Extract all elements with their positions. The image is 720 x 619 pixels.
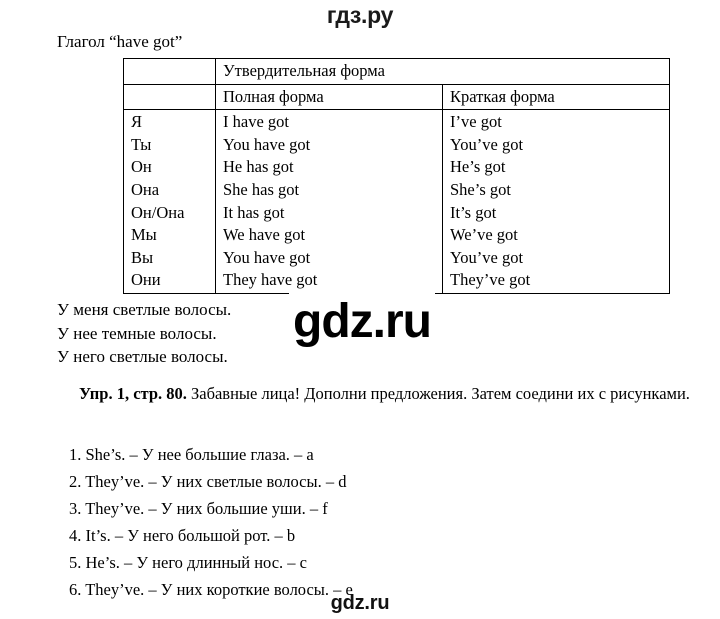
- document-page: гдз.ру Глагол “have got” Утвердительная …: [0, 0, 720, 619]
- table-cell-pronoun: Мы: [131, 225, 157, 245]
- example-sentence: У меня светлые волосы.: [57, 300, 232, 319]
- table-cell-short: He’s got: [450, 157, 506, 177]
- table-cell-full: You have got: [223, 134, 311, 154]
- table-cell-full: They have got: [223, 270, 318, 290]
- header-empty-cell: [123, 58, 216, 85]
- list-item: 1. She’s. – У нее большие глаза. – a: [69, 445, 314, 464]
- short-form-column: I’ve got You’ve got He’s got She’s got I…: [442, 109, 670, 294]
- table-cell-short: I’ve got: [450, 112, 502, 132]
- full-form-column: I have got You have got He has got She h…: [215, 109, 443, 294]
- table-cell-full: She has got: [223, 179, 300, 199]
- have-got-table: Утвердительная форма Полная форма Кратка…: [123, 58, 670, 294]
- table-cell-short: She’s got: [450, 179, 511, 199]
- table-body-row: Я Ты Он Она Он/Она Мы Вы Они I have got …: [123, 109, 670, 294]
- header-affirmative-form: Утвердительная форма: [215, 58, 670, 85]
- example-sentences: У меня светлые волосы. У нее темные воло…: [57, 298, 231, 369]
- site-logo-top: гдз.ру: [326, 2, 394, 28]
- table-cell-pronoun: Она: [131, 179, 160, 199]
- page-title: Глагол “have got”: [57, 32, 183, 51]
- list-item: 4. It’s. – У него большой рот. – b: [69, 526, 296, 545]
- table-header-row-2: Полная форма Краткая форма: [123, 83, 670, 111]
- exercise-label: Упр. 1, стр. 80.: [79, 384, 187, 403]
- table-cell-full: You have got: [223, 247, 311, 267]
- table-cell-full: I have got: [223, 112, 289, 132]
- table-cell-pronoun: Он/Она: [131, 202, 185, 222]
- exercise-instruction: Упр. 1, стр. 80. Забавные лица! Дополни …: [57, 382, 697, 406]
- table-cell-pronoun: Я: [131, 112, 143, 132]
- table-cell-short: They’ve got: [450, 270, 531, 290]
- table-cell-full: We have got: [223, 225, 306, 245]
- list-item: 3. They’ve. – У них большие уши. – f: [69, 499, 328, 518]
- watermark-overlay: gdz.ru: [289, 292, 435, 351]
- table-cell-full: He has got: [223, 157, 294, 177]
- table-cell-short: It’s got: [450, 202, 497, 222]
- example-sentence: У него светлые волосы.: [57, 347, 228, 366]
- answers-list: 1. She’s. – У нее большие глаза. – a 2. …: [57, 441, 353, 603]
- pronoun-column: Я Ты Он Она Он/Она Мы Вы Они: [123, 109, 216, 294]
- table-cell-pronoun: Он: [131, 157, 152, 177]
- table-cell-short: You’ve got: [450, 247, 524, 267]
- table-cell-pronoun: Вы: [131, 247, 154, 267]
- watermark-bottom: gdz.ru: [330, 592, 390, 614]
- exercise-text: Забавные лица! Дополни предложения. Зате…: [186, 384, 690, 403]
- table-cell-short: We’ve got: [450, 225, 518, 245]
- example-sentence: У нее темные волосы.: [57, 323, 217, 343]
- table-cell-pronoun: Ты: [131, 134, 152, 154]
- table-cell-full: It has got: [223, 202, 285, 222]
- list-item: 2. They’ve. – У них светлые волосы. – d: [69, 472, 347, 491]
- header-full-form: Полная форма: [215, 83, 443, 111]
- header-empty-cell-2: [123, 83, 216, 111]
- table-cell-short: You’ve got: [450, 134, 524, 154]
- table-header-row-1: Утвердительная форма: [123, 58, 670, 85]
- table-cell-pronoun: Они: [131, 270, 161, 290]
- header-short-form: Краткая форма: [442, 83, 670, 111]
- list-item: 5. He’s. – У него длинный нос. – c: [69, 553, 307, 572]
